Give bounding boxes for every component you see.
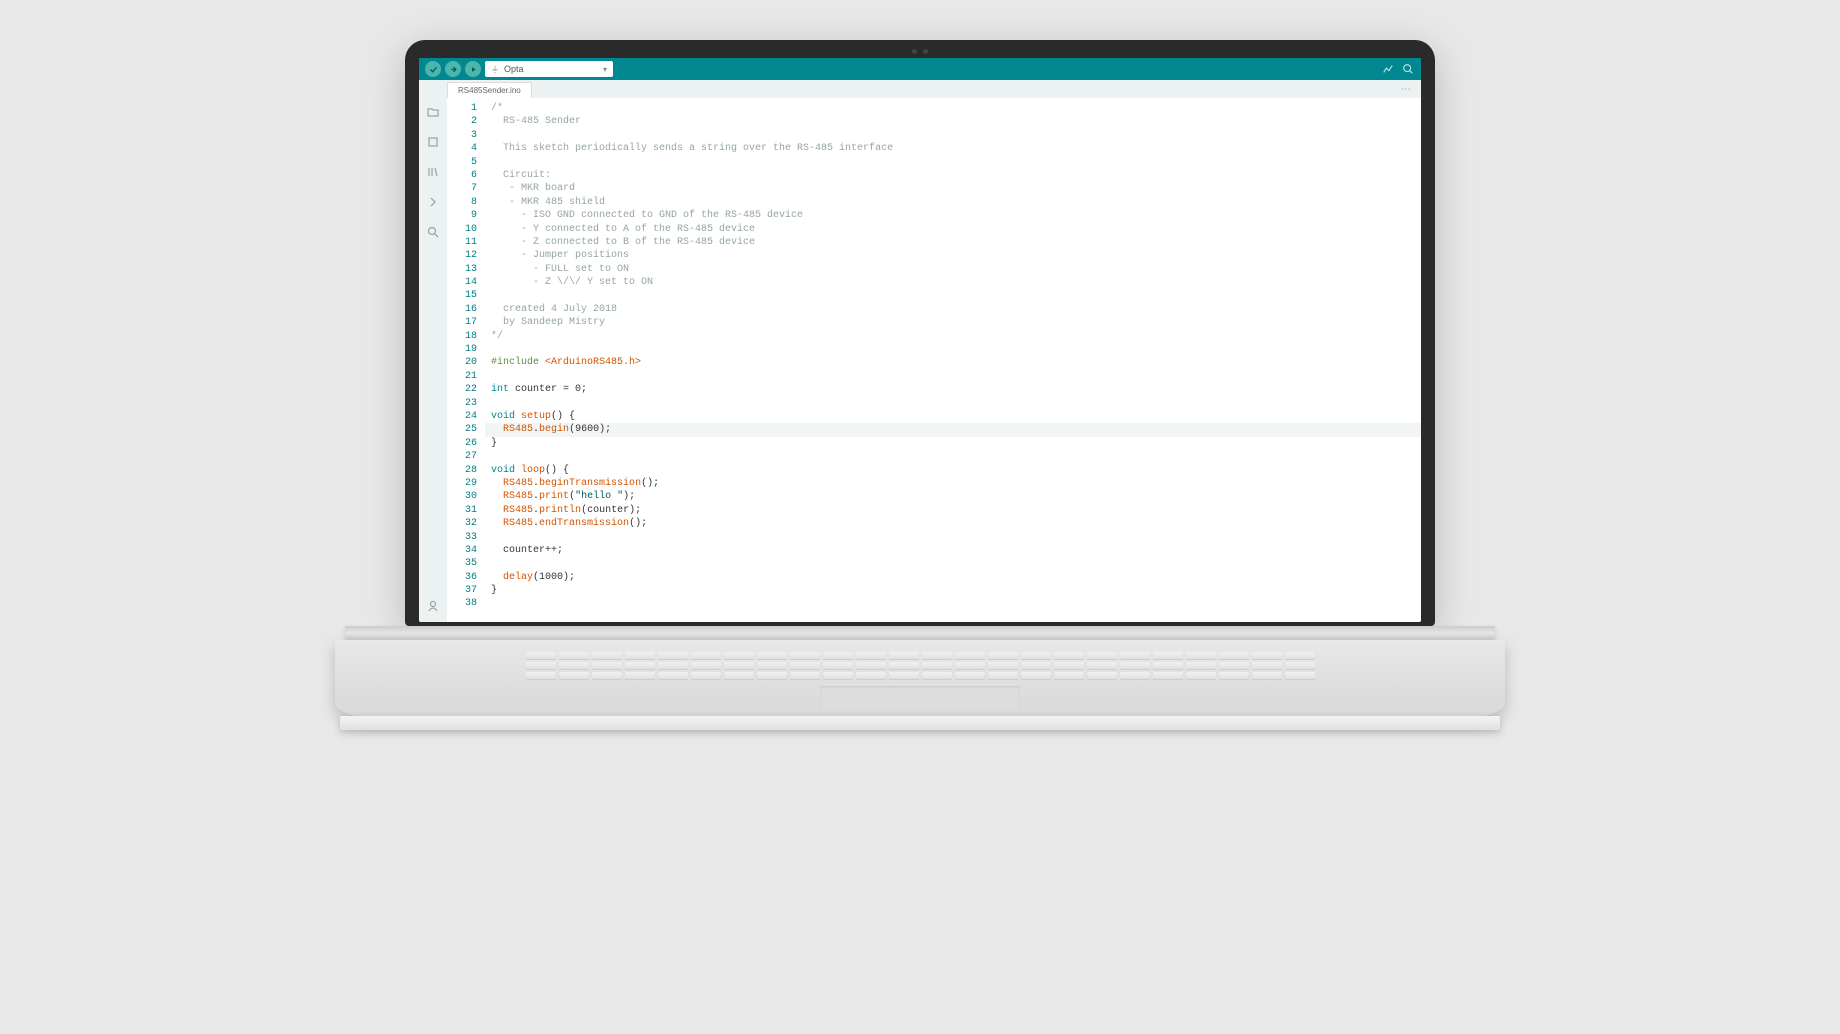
code-line[interactable]: This sketch periodically sends a string … — [491, 142, 1421, 155]
code-line[interactable]: created 4 July 2018 — [491, 303, 1421, 316]
user-icon — [426, 599, 440, 613]
code-line[interactable]: RS485.beginTransmission(); — [491, 477, 1421, 490]
code-line[interactable]: - Y connected to A of the RS-485 device — [491, 223, 1421, 236]
search-button[interactable] — [425, 224, 441, 240]
keyboard — [335, 640, 1505, 718]
code-line[interactable]: RS485.println(counter); — [491, 504, 1421, 517]
library-manager-button[interactable] — [425, 164, 441, 180]
code-line[interactable]: } — [491, 437, 1421, 450]
code-line[interactable]: RS-485 Sender — [491, 115, 1421, 128]
code-line[interactable]: - ISO GND connected to GND of the RS-485… — [491, 209, 1421, 222]
code-line[interactable]: - MKR board — [491, 182, 1421, 195]
board-icon — [426, 135, 440, 149]
code-line[interactable] — [491, 289, 1421, 302]
file-tab[interactable]: RS485Sender.ino — [447, 82, 532, 98]
debug-panel-button[interactable] — [425, 194, 441, 210]
bug-icon — [426, 195, 440, 209]
code-line[interactable]: counter++; — [491, 544, 1421, 557]
code-editor[interactable]: 1234567891011121314151617181920212223242… — [447, 98, 1421, 622]
code-line[interactable]: - FULL set to ON — [491, 263, 1421, 276]
code-line[interactable] — [491, 397, 1421, 410]
code-line[interactable]: - Z connected to B of the RS-485 device — [491, 236, 1421, 249]
books-icon — [426, 165, 440, 179]
code-line[interactable]: by Sandeep Mistry — [491, 316, 1421, 329]
file-tab-label: RS485Sender.ino — [458, 86, 521, 95]
code-line[interactable] — [491, 450, 1421, 463]
usb-icon: ⏚ — [491, 64, 499, 75]
activity-bar — [419, 98, 447, 622]
magnify-icon — [1402, 63, 1414, 75]
code-line[interactable] — [491, 156, 1421, 169]
code-line[interactable] — [491, 129, 1421, 142]
tab-overflow-button[interactable]: ⋯ — [1401, 84, 1411, 95]
laptop-mockup: ⏚ Opta ▾ RS485Sender.ino ⋯ — [405, 40, 1435, 718]
code-line[interactable]: RS485.endTransmission(); — [491, 517, 1421, 530]
debug-button[interactable] — [465, 61, 481, 77]
code-line[interactable]: int counter = 0; — [491, 383, 1421, 396]
play-debug-icon — [469, 65, 478, 74]
code-line[interactable]: - Jumper positions — [491, 249, 1421, 262]
screen-bezel: ⏚ Opta ▾ RS485Sender.ino ⋯ — [405, 40, 1435, 626]
desk-shelf — [340, 716, 1500, 730]
code-area[interactable]: /* RS-485 Sender This sketch periodicall… — [485, 98, 1421, 622]
verify-button[interactable] — [425, 61, 441, 77]
plotter-icon — [1382, 63, 1394, 75]
serial-plotter-button[interactable] — [1381, 62, 1395, 76]
boards-manager-button[interactable] — [425, 134, 441, 150]
camera-notch — [900, 48, 940, 54]
chevron-down-icon: ▾ — [603, 65, 607, 74]
code-line[interactable]: - Z \/\/ Y set to ON — [491, 276, 1421, 289]
upload-button[interactable] — [445, 61, 461, 77]
arrow-right-icon — [449, 65, 458, 74]
code-line[interactable]: */ — [491, 330, 1421, 343]
search-icon — [426, 225, 440, 239]
trackpad — [820, 686, 1020, 710]
check-icon — [429, 65, 438, 74]
code-line[interactable] — [491, 343, 1421, 356]
code-line[interactable] — [491, 557, 1421, 570]
board-name: Opta — [504, 64, 524, 74]
tab-bar: RS485Sender.ino ⋯ — [419, 80, 1421, 98]
laptop-base — [405, 626, 1435, 718]
code-line[interactable]: void loop() { — [491, 464, 1421, 477]
code-line[interactable]: /* — [491, 102, 1421, 115]
toolbar: ⏚ Opta ▾ — [419, 58, 1421, 80]
account-button[interactable] — [425, 598, 441, 614]
line-gutter: 1234567891011121314151617181920212223242… — [447, 98, 485, 622]
code-line[interactable]: delay(1000); — [491, 571, 1421, 584]
arduino-ide-window: ⏚ Opta ▾ RS485Sender.ino ⋯ — [419, 58, 1421, 622]
code-line[interactable]: - MKR 485 shield — [491, 196, 1421, 209]
code-line[interactable]: Circuit: — [491, 169, 1421, 182]
serial-monitor-button[interactable] — [1401, 62, 1415, 76]
code-line[interactable]: } — [491, 584, 1421, 597]
folder-icon — [426, 105, 440, 119]
board-selector[interactable]: ⏚ Opta ▾ — [485, 61, 613, 77]
code-line[interactable] — [491, 531, 1421, 544]
code-line[interactable]: void setup() { — [491, 410, 1421, 423]
code-line[interactable] — [491, 370, 1421, 383]
code-line[interactable]: RS485.print("hello "); — [491, 490, 1421, 503]
code-line[interactable]: RS485.begin(9600); — [485, 423, 1421, 436]
editor-main: 1234567891011121314151617181920212223242… — [419, 98, 1421, 622]
code-line[interactable] — [491, 597, 1421, 610]
code-line[interactable]: #include <ArduinoRS485.h> — [491, 356, 1421, 369]
sketchbook-button[interactable] — [425, 104, 441, 120]
